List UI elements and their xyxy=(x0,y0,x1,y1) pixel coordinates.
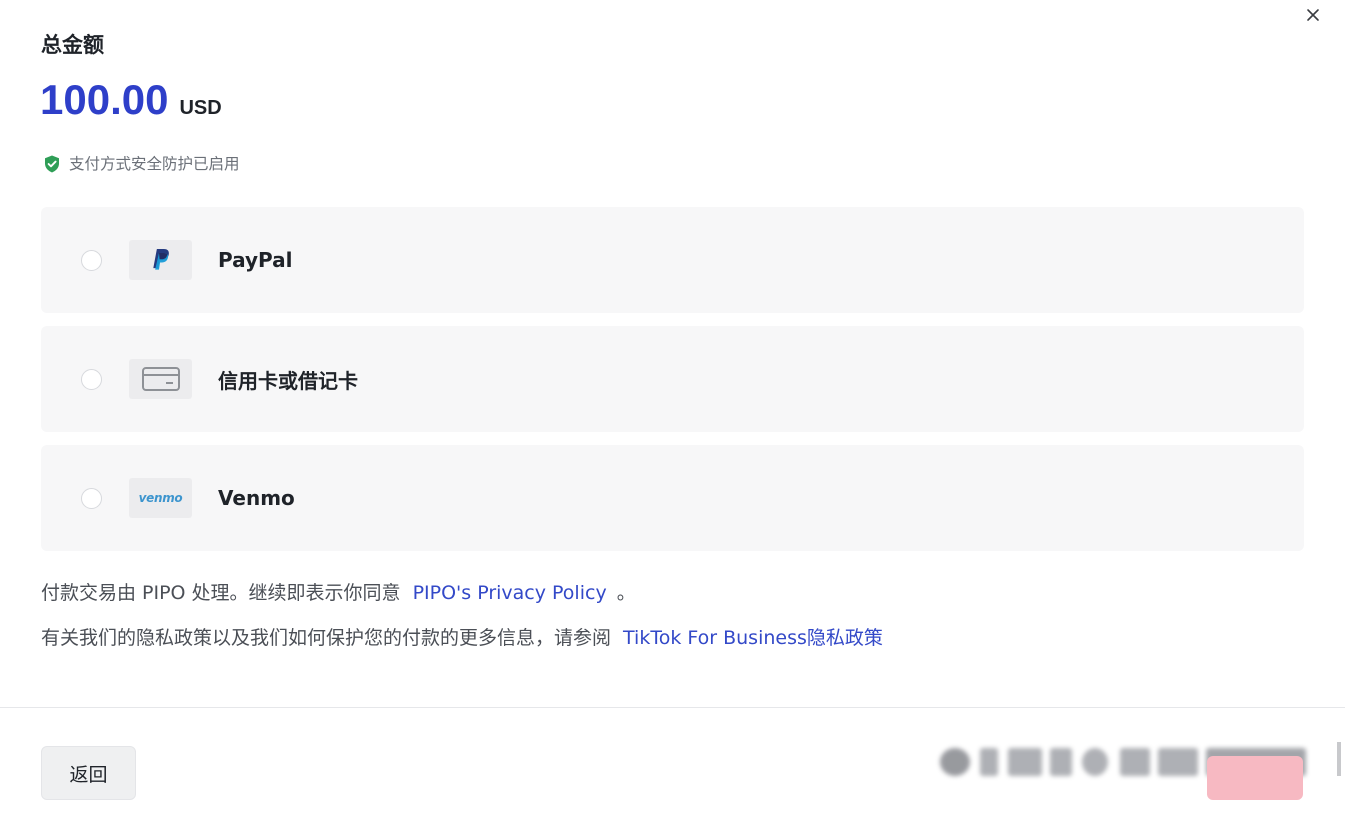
radio-button[interactable] xyxy=(81,249,102,271)
payment-method-paypal[interactable]: PayPal xyxy=(41,207,1304,313)
pipo-notice-end: 。 xyxy=(616,582,636,604)
card-icon xyxy=(141,367,180,391)
tiktok-privacy-link[interactable]: TikTok For Business隐私政策 xyxy=(623,627,883,649)
payment-method-label: Venmo xyxy=(218,486,295,510)
pipo-notice-text: 付款交易由 PIPO 处理。继续即表示你同意 xyxy=(41,582,401,604)
shield-check-icon xyxy=(45,155,59,173)
back-button[interactable]: 返回 xyxy=(41,746,136,800)
radio-button[interactable] xyxy=(81,487,102,509)
paypal-logo xyxy=(129,240,192,280)
venmo-logo-text: venmo xyxy=(138,491,183,505)
venmo-logo: venmo xyxy=(129,478,192,518)
security-note-text: 支付方式安全防护已启用 xyxy=(69,155,240,173)
payment-method-card[interactable]: 信用卡或借记卡 xyxy=(41,326,1304,432)
pay-button[interactable] xyxy=(1207,756,1303,800)
amount-display: 100.00 USD xyxy=(40,76,222,124)
currency-code: USD xyxy=(179,97,222,119)
privacy-notice-text: 有关我们的隐私政策以及我们如何保护您的付款的更多信息，请参阅 xyxy=(41,627,612,649)
radio-button[interactable] xyxy=(81,368,102,390)
pipo-notice: 付款交易由 PIPO 处理。继续即表示你同意 PIPO's Privacy Pol… xyxy=(41,579,636,607)
credit-card-icon xyxy=(129,359,192,399)
total-amount-label: 总金额 xyxy=(41,33,104,57)
edge-mark xyxy=(1337,742,1341,776)
pipo-privacy-link[interactable]: PIPO's Privacy Policy xyxy=(413,582,607,604)
payment-dialog: 总金额 100.00 USD 支付方式安全防护已启用 PayPal 信用卡或借记… xyxy=(0,0,1345,815)
payment-method-label: PayPal xyxy=(218,248,293,272)
footer-divider xyxy=(0,707,1345,708)
payment-method-venmo[interactable]: venmo Venmo xyxy=(41,445,1304,551)
payment-method-label: 信用卡或借记卡 xyxy=(218,368,358,393)
close-icon xyxy=(1307,9,1319,21)
paypal-icon xyxy=(152,249,169,270)
close-button[interactable] xyxy=(1296,0,1330,30)
privacy-notice: 有关我们的隐私政策以及我们如何保护您的付款的更多信息，请参阅 TikTok For… xyxy=(41,624,883,652)
amount-value: 100.00 xyxy=(40,76,169,123)
payment-method-list: PayPal 信用卡或借记卡 venmo Venmo xyxy=(41,207,1304,564)
security-note: 支付方式安全防护已启用 xyxy=(42,153,240,175)
